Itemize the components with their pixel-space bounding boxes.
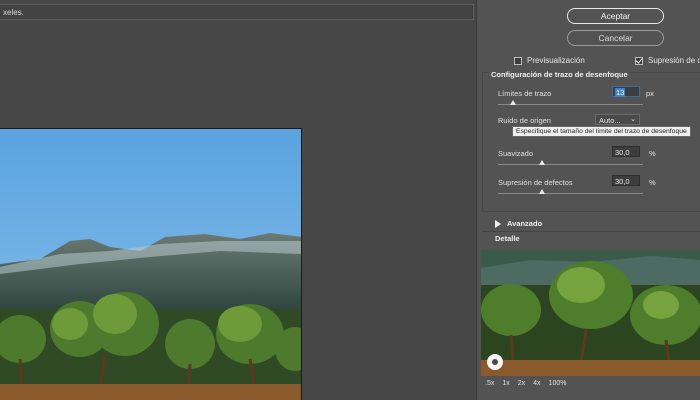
chevron-down-icon: ⌄: [630, 116, 636, 123]
artifact-suppression-slider-thumb[interactable]: [539, 189, 545, 194]
hand-tool-icon[interactable]: [487, 354, 503, 370]
smoothing-slider-track[interactable]: [498, 164, 643, 165]
smoothing-unit: %: [649, 149, 656, 158]
hint-text: xeles.: [3, 8, 24, 17]
settings-panel: Aceptar Cancelar Previsualización Supres…: [477, 0, 700, 400]
image-canvas[interactable]: [0, 128, 302, 400]
smoothing-value: 30,0: [615, 148, 630, 157]
source-noise-select[interactable]: Auto... ⌄: [595, 114, 640, 125]
source-noise-label: Ruido de origen: [498, 116, 551, 125]
preview-checkbox-row[interactable]: Previsualización: [514, 56, 585, 65]
ok-button[interactable]: Aceptar: [567, 8, 664, 24]
artifact-suppression-slider-track[interactable]: [498, 193, 643, 194]
artifact-suppression-input[interactable]: 30,0: [612, 175, 640, 186]
trace-limits-unit: px: [646, 89, 654, 98]
hint-bar: xeles.: [0, 4, 474, 20]
tooltip: Especifique el tamaño del límite del tra…: [512, 126, 691, 137]
advanced-toggle[interactable]: Avanzado: [495, 219, 542, 228]
zoom-option[interactable]: .5x: [485, 380, 494, 387]
preview-label: Previsualización: [527, 56, 585, 65]
smoothing-label: Suavizado: [498, 149, 534, 158]
zoom-option[interactable]: 100%: [549, 380, 567, 387]
preview-checkbox[interactable]: [514, 56, 522, 65]
artifact-checkbox-row[interactable]: Supresión de defe: [635, 56, 700, 65]
detail-preview-image: [481, 250, 700, 376]
blur-trace-title: Configuración de trazo de desenfoque: [489, 70, 630, 79]
smoothing-input[interactable]: 30,0: [612, 146, 640, 157]
trace-limits-slider-track[interactable]: [498, 104, 643, 105]
landscape-photo: [0, 129, 301, 400]
artifact-suppression-value: 30,0: [615, 177, 630, 186]
zoom-option[interactable]: 4x: [533, 380, 540, 387]
smoothing-slider-thumb[interactable]: [539, 160, 545, 165]
source-noise-value: Auto...: [599, 116, 621, 125]
disclosure-triangle-icon: [495, 219, 501, 228]
artifact-suppression-checkbox[interactable]: [635, 56, 643, 65]
artifact-suppression-label: Supresión de defe: [648, 56, 700, 65]
section-divider: [482, 231, 700, 232]
trace-limits-input[interactable]: 13: [612, 86, 640, 97]
detail-title: Detalle: [495, 234, 520, 243]
cancel-button[interactable]: Cancelar: [567, 30, 664, 46]
artifact-suppression-amount-label: Supresión de defectos: [498, 178, 573, 187]
artifact-suppression-unit: %: [649, 178, 656, 187]
trace-limits-label: Límites de trazo: [498, 89, 552, 98]
trace-limits-slider-thumb[interactable]: [510, 100, 516, 105]
image-workspace: xeles.: [0, 0, 476, 400]
zoom-option[interactable]: 1x: [502, 380, 509, 387]
zoom-level-bar: .5x 1x 2x 4x 100%: [485, 380, 566, 387]
detail-preview[interactable]: [481, 250, 700, 376]
trace-limits-value: 13: [615, 88, 626, 97]
zoom-option[interactable]: 2x: [518, 380, 525, 387]
advanced-label: Avanzado: [507, 219, 543, 228]
